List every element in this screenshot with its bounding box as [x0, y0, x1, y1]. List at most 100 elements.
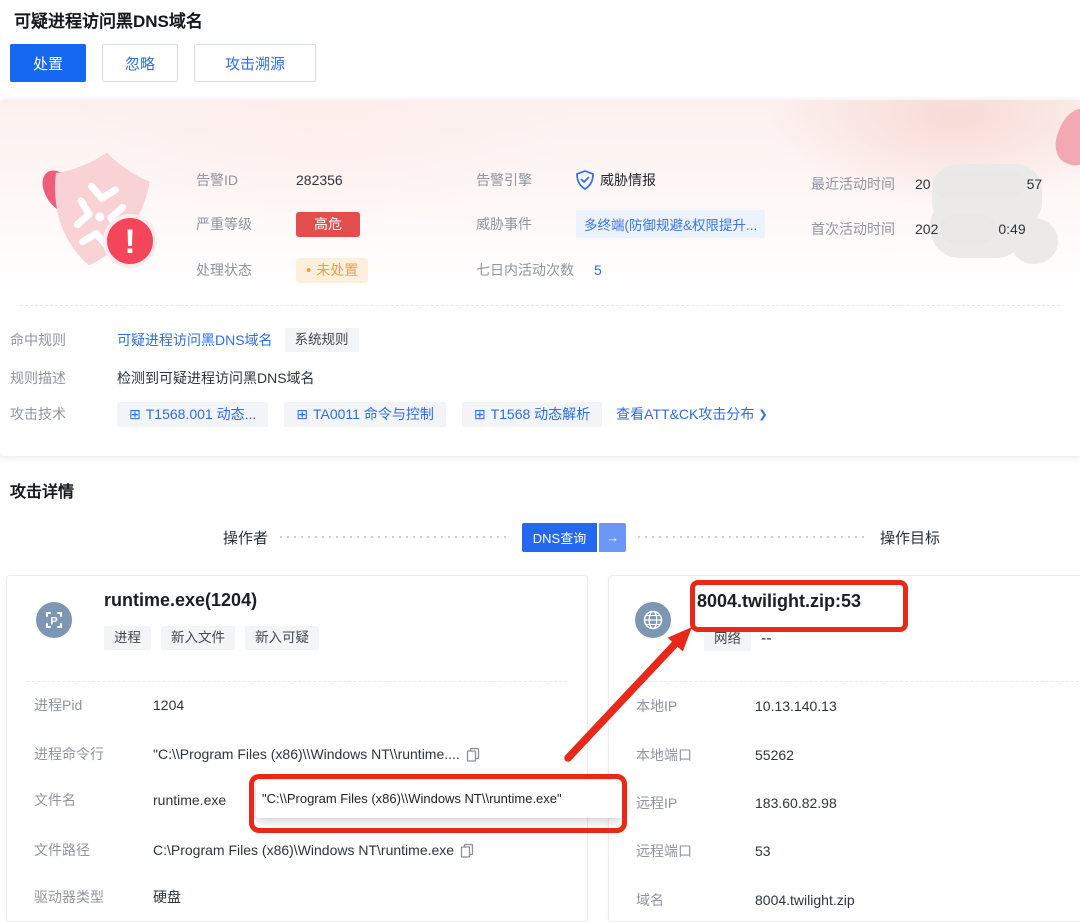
actor-label: 操作者 [223, 527, 268, 548]
trace-button[interactable]: 攻击溯源 [194, 44, 316, 82]
engine-text: 威胁情报 [600, 170, 656, 190]
field-row: 本地IP 10.13.140.13 [636, 696, 837, 716]
toolbar: 处置 忽略 攻击溯源 [10, 44, 316, 82]
svg-text:P: P [50, 616, 57, 628]
svg-text:!: ! [124, 223, 135, 261]
severity-badge: 高危 [296, 212, 360, 237]
tech-tag[interactable]: ⊞ T1568 动态解析 [462, 402, 602, 427]
attack-detail-title: 攻击详情 [10, 478, 74, 502]
chevron-right-icon: ❯ [758, 408, 767, 421]
time-prefix: 202 [915, 221, 938, 237]
local-ip-value: 10.13.140.13 [755, 698, 837, 714]
target-card-title: 8004.twilight.zip:53 [697, 591, 861, 612]
system-rule-tag: 系统规则 [285, 328, 359, 352]
field-label: 命中规则 [10, 330, 117, 350]
field-row: 文件路径 C:\Program Files (x86)\Windows NT\r… [34, 840, 474, 860]
field-row: 文件名 runtime.exe [34, 790, 226, 810]
field-label: 首次活动时间 [811, 219, 915, 239]
tech-tag[interactable]: ⊞ T1568.001 动态... [117, 402, 268, 427]
engine-value: 威胁情报 [576, 170, 656, 190]
field-label: 攻击技术 [10, 404, 117, 424]
rule-desc-value: 检测到可疑进程访问黑DNS域名 [117, 368, 315, 388]
alert-shield-warning-icon: ! [28, 138, 168, 288]
filepath-value: C:\Program Files (x86)\Windows NT\runtim… [153, 842, 454, 858]
field-row: 域名 8004.twilight.zip [636, 890, 855, 910]
alert-summary-card: ! 告警ID 282356 严重等级 高危 处理状态 • 未处置 告警引擎 威胁… [0, 100, 1080, 456]
field-label: 告警引擎 [476, 170, 576, 190]
remote-port-value: 53 [755, 843, 771, 859]
entity-tag: 新入可疑 [245, 626, 319, 650]
field-label: 本地端口 [636, 745, 755, 765]
dispose-button[interactable]: 处置 [10, 44, 86, 82]
grid-icon: ⊞ [129, 407, 141, 421]
domain-value: 8004.twilight.zip [755, 892, 855, 908]
field-row: 首次活动时间 202 0:49 [811, 215, 1026, 243]
field-label: 文件名 [34, 790, 153, 810]
field-label: 文件路径 [34, 840, 153, 860]
target-card: 8004.twilight.zip:53 网络 -- 本地IP 10.13.14… [608, 575, 1080, 922]
field-row: 最近活动时间 20 57 [811, 170, 1042, 198]
redaction-blob [940, 215, 996, 243]
field-row: 告警引擎 威胁情报 [476, 170, 656, 190]
field-row: 告警ID 282356 [196, 170, 343, 190]
flow-dotted-line [638, 536, 868, 538]
tech-tag[interactable]: ⊞ TA0011 命令与控制 [284, 402, 446, 427]
divider [27, 681, 567, 682]
field-row: 进程命令行 "C:\\Program Files (x86)\\Windows … [34, 744, 480, 764]
alert-id-value: 282356 [296, 172, 343, 188]
target-card-tags: 网络 -- [704, 627, 772, 651]
field-row: 威胁事件 多终端(防御规避&权限提升... [476, 210, 765, 238]
flow-dotted-line [280, 536, 510, 538]
decorative-pink-shape [1048, 102, 1080, 172]
process-avatar-icon: P [36, 602, 72, 638]
hit-rule-link[interactable]: 可疑进程访问黑DNS域名 [117, 330, 273, 350]
arrow-right-icon: → [599, 523, 626, 552]
page-title: 可疑进程访问黑DNS域名 [14, 7, 203, 32]
attck-link-label: 查看ATT&CK攻击分布 [616, 404, 754, 424]
copy-icon[interactable] [466, 747, 480, 762]
field-row: 远程IP 183.60.82.98 [636, 793, 837, 813]
copy-icon[interactable] [460, 843, 474, 858]
actor-card-title: runtime.exe(1204) [104, 590, 257, 611]
divider [20, 305, 1060, 306]
pid-value: 1204 [153, 697, 184, 713]
entity-tag: 网络 [704, 627, 751, 651]
target-label: 操作目标 [880, 527, 940, 548]
field-label: 七日内活动次数 [476, 260, 574, 280]
field-row: 七日内活动次数 5 [476, 260, 602, 280]
field-row: 驱动器类型 硬盘 [34, 887, 181, 907]
redaction-blob [933, 170, 1025, 198]
filename-value: runtime.exe [153, 792, 226, 808]
tech-tag-label: T1568.001 动态... [146, 406, 257, 423]
dns-query-badge[interactable]: DNS查询 → [522, 523, 626, 552]
cmdline-value: "C:\\Program Files (x86)\\Windows NT\\ru… [153, 746, 460, 762]
field-label: 威胁事件 [476, 214, 576, 234]
tag-extra-value: -- [761, 630, 772, 648]
remote-ip-value: 183.60.82.98 [755, 795, 837, 811]
entity-tag: 新入文件 [161, 626, 235, 650]
filepath-tooltip: "C:\\Program Files (x86)\\Windows NT\\ru… [256, 780, 622, 818]
field-label: 严重等级 [196, 214, 296, 234]
threat-event-link[interactable]: 多终端(防御规避&权限提升... [576, 210, 765, 238]
actor-card: P runtime.exe(1204) 进程 新入文件 新入可疑 进程Pid 1… [6, 575, 588, 922]
status-text: 未处置 [316, 262, 358, 279]
grid-icon: ⊞ [474, 407, 486, 421]
field-label: 远程端口 [636, 841, 755, 861]
first-activity-time: 202 0:49 [915, 215, 1026, 243]
drive-type-value: 硬盘 [153, 887, 181, 907]
status-badge: • 未处置 [296, 258, 368, 283]
tech-tag-label: TA0011 命令与控制 [313, 406, 434, 423]
shield-check-icon [576, 170, 594, 190]
field-row: 严重等级 高危 [196, 212, 360, 237]
field-label: 远程IP [636, 793, 755, 813]
tech-tag-label: T1568 动态解析 [491, 406, 591, 423]
attack-tech-row: 攻击技术 ⊞ T1568.001 动态... ⊞ TA0011 命令与控制 ⊞ … [10, 402, 768, 427]
actor-card-tags: 进程 新入文件 新入可疑 [104, 626, 319, 650]
activity-count-link[interactable]: 5 [594, 262, 602, 278]
rule-desc-row: 规则描述 检测到可疑进程访问黑DNS域名 [10, 368, 315, 388]
ignore-button[interactable]: 忽略 [102, 44, 178, 82]
field-row: 本地端口 55262 [636, 745, 794, 765]
attck-distribution-link[interactable]: 查看ATT&CK攻击分布 ❯ [616, 404, 767, 424]
field-label: 域名 [636, 890, 755, 910]
time-suffix: 57 [1027, 176, 1043, 192]
